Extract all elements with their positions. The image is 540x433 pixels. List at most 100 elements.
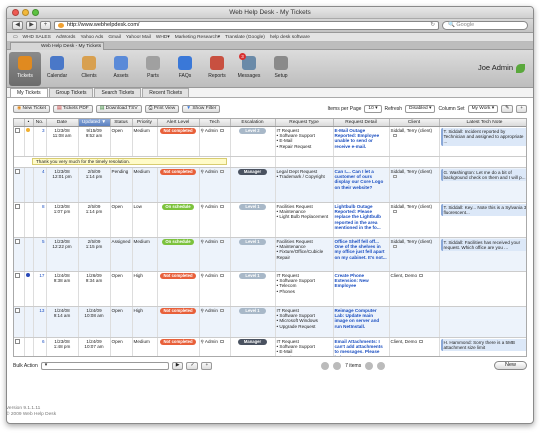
refresh-select[interactable]: Disabled ▾ xyxy=(405,105,436,113)
column-header[interactable]: Alert Level xyxy=(157,119,200,127)
ticket-number[interactable]: 3 xyxy=(33,126,47,157)
download-tsv-button[interactable]: ▤ Download TSV xyxy=(95,105,142,113)
email-icon[interactable] xyxy=(392,175,397,179)
tab-my-tickets[interactable]: My Tickets xyxy=(10,88,48,97)
bulk-apply-button[interactable]: ▶ xyxy=(171,361,184,370)
request-detail[interactable]: Lightbulb Outage Reported: Please replac… xyxy=(333,202,390,238)
request-detail[interactable]: E-Mail Outage Reported: Employee unable … xyxy=(333,126,390,157)
column-header[interactable]: Request Detail xyxy=(333,119,390,127)
new-ticket-footer-button[interactable]: New xyxy=(493,361,527,370)
nav-item-calendar[interactable]: Calendar xyxy=(41,52,73,86)
add-bookmark-button[interactable]: + xyxy=(40,21,51,30)
column-header[interactable]: Client xyxy=(389,119,440,127)
email-icon[interactable] xyxy=(392,245,397,249)
zoom-window-button[interactable] xyxy=(32,9,39,16)
ticket-number[interactable]: 8 xyxy=(33,202,47,238)
bookmarks-icon[interactable]: ▭ xyxy=(13,35,18,40)
request-detail[interactable]: Can I.... Can I let a customer of ours d… xyxy=(333,167,390,203)
row-checkbox[interactable] xyxy=(15,307,20,313)
ticket-number[interactable]: 6 xyxy=(33,337,47,356)
nav-item-parts[interactable]: Parts xyxy=(137,52,169,86)
bulk-action-select[interactable]: ▾ xyxy=(40,361,169,370)
close-window-button[interactable] xyxy=(12,9,19,16)
table-row[interactable]: 4 1/23/08 12:01 pm 2/5/09 1:14 pm Pending Me… xyxy=(14,167,526,203)
bookmark-item[interactable]: Gmail xyxy=(108,35,121,40)
tech-note[interactable]: G. Washington: Let me do a bit of backgr… xyxy=(440,168,526,182)
ticket-number[interactable]: 5 xyxy=(33,237,47,272)
email-icon[interactable] xyxy=(419,273,424,277)
client-name[interactable]: Client, Demo xyxy=(391,339,418,344)
client-name[interactable]: Siddall, Terry (client) xyxy=(391,204,433,209)
bookmark-item[interactable]: Marketing Research▾ xyxy=(175,35,220,40)
table-row[interactable]: 6 1/23/08 1:48 pm 1/24/09 10:07 am Open Medi… xyxy=(14,337,526,356)
print-view-button[interactable]: ⎙ Print View xyxy=(144,105,180,113)
ticket-number[interactable]: 17 xyxy=(33,271,47,307)
tickets-pdf-button[interactable]: ▤ Tickets PDF xyxy=(53,105,93,113)
tab-search-tickets[interactable]: Search Tickets xyxy=(94,88,142,97)
user-menu[interactable]: Joe Admin xyxy=(478,63,525,73)
show-filter-button[interactable]: ▼ Show Filter xyxy=(182,105,221,113)
last-page-icon[interactable] xyxy=(377,361,386,370)
nav-item-setup[interactable]: Setup xyxy=(265,52,297,86)
search-field[interactable]: 🔍 Google xyxy=(442,21,528,30)
bookmark-item[interactable]: Yahoo Ads xyxy=(80,35,103,40)
column-header[interactable]: Tech xyxy=(199,119,231,127)
forward-button[interactable]: ▶ xyxy=(26,21,37,30)
column-header[interactable]: No. xyxy=(33,119,47,127)
bookmark-item[interactable]: help desk software xyxy=(270,35,310,40)
ticket-number[interactable]: 4 xyxy=(33,167,47,203)
email-icon[interactable] xyxy=(392,134,397,138)
row-checkbox[interactable] xyxy=(15,203,20,209)
email-icon[interactable] xyxy=(219,273,224,277)
table-row[interactable]: 8 1/23/08 1:07 pm 2/5/09 1:14 pm Open Low On … xyxy=(14,202,526,238)
email-icon[interactable] xyxy=(219,204,224,208)
column-header[interactable]: Escalation xyxy=(230,119,276,127)
tech-note[interactable]: H. Hammond: Sorry there is a 5MB attachm… xyxy=(440,338,526,352)
client-name[interactable]: Siddall, Terry (client) xyxy=(391,239,433,244)
client-name[interactable]: Siddall, Terry (client) xyxy=(391,169,433,174)
nav-item-faqs[interactable]: FAQs xyxy=(169,52,201,86)
back-button[interactable]: ◀ xyxy=(12,21,23,30)
bookmark-item[interactable]: WHD▾ xyxy=(156,35,170,40)
row-checkbox[interactable] xyxy=(15,238,20,244)
nav-item-tickets[interactable]: Tickets xyxy=(9,52,41,86)
edit-column-set-button[interactable]: ✎ xyxy=(501,105,514,113)
column-header[interactable]: Priority xyxy=(132,119,158,127)
next-page-icon[interactable] xyxy=(365,361,374,370)
column-header[interactable]: Updated ▼ xyxy=(78,119,111,127)
items-per-page-select[interactable]: 10 ▾ xyxy=(364,105,382,113)
bookmark-item[interactable]: AdWords xyxy=(56,35,76,40)
nav-item-reports[interactable]: Reports xyxy=(201,52,233,86)
add-column-set-button[interactable]: + xyxy=(516,105,527,113)
table-row[interactable]: 5 1/23/08 12:22 pm 2/5/09 1:15 pm Assigned M… xyxy=(14,237,526,272)
bulk-edit-button[interactable]: ✓ xyxy=(186,361,199,370)
bookmark-item[interactable]: Yahoo! Mail xyxy=(126,35,151,40)
bookmark-item[interactable]: Translate (Google) xyxy=(225,35,265,40)
tech-note[interactable]: T. Siddall: Key... Note this is a Sylvan… xyxy=(440,203,526,217)
request-detail[interactable]: Office Shelf fell off... One of the shel… xyxy=(333,237,390,272)
table-row[interactable]: 3 1/23/08 11:08 am 9/15/09 9:52 am Open Medi… xyxy=(14,126,526,157)
nav-item-messages[interactable]: 3 Messages xyxy=(233,52,265,86)
ticket-number[interactable]: 13 xyxy=(33,306,47,338)
bookmark-item[interactable]: WHD SALES xyxy=(23,35,51,40)
row-checkbox[interactable] xyxy=(15,168,20,174)
reload-icon[interactable]: ↻ xyxy=(430,22,435,29)
table-row[interactable]: 13 1/24/08 9:14 am 1/24/09 10:08 am Open Hig… xyxy=(14,306,526,338)
email-icon[interactable] xyxy=(219,169,224,173)
email-icon[interactable] xyxy=(392,210,397,214)
address-bar[interactable]: http://www.webhelpdesk.com/ ↻ xyxy=(54,21,439,30)
nav-item-clients[interactable]: Clients xyxy=(73,52,105,86)
browser-tab[interactable]: Web Help Desk - My Tickets xyxy=(10,42,104,50)
column-header[interactable] xyxy=(14,119,25,127)
email-icon[interactable] xyxy=(219,239,224,243)
row-checkbox[interactable] xyxy=(15,338,20,344)
column-header[interactable]: Latest Tech Note xyxy=(439,119,526,127)
row-checkbox[interactable] xyxy=(15,272,20,278)
new-ticket-button[interactable]: ◉ New Ticket xyxy=(13,105,50,113)
nav-item-assets[interactable]: Assets xyxy=(105,52,137,86)
tab-recent-tickets[interactable]: Recent Tickets xyxy=(142,88,190,97)
request-detail[interactable]: Email Attachments: I can't add attachmen… xyxy=(333,337,390,356)
column-header[interactable]: Date xyxy=(46,119,79,127)
email-icon[interactable] xyxy=(219,339,224,343)
client-name[interactable]: Siddall, Terry (client) xyxy=(391,128,433,133)
